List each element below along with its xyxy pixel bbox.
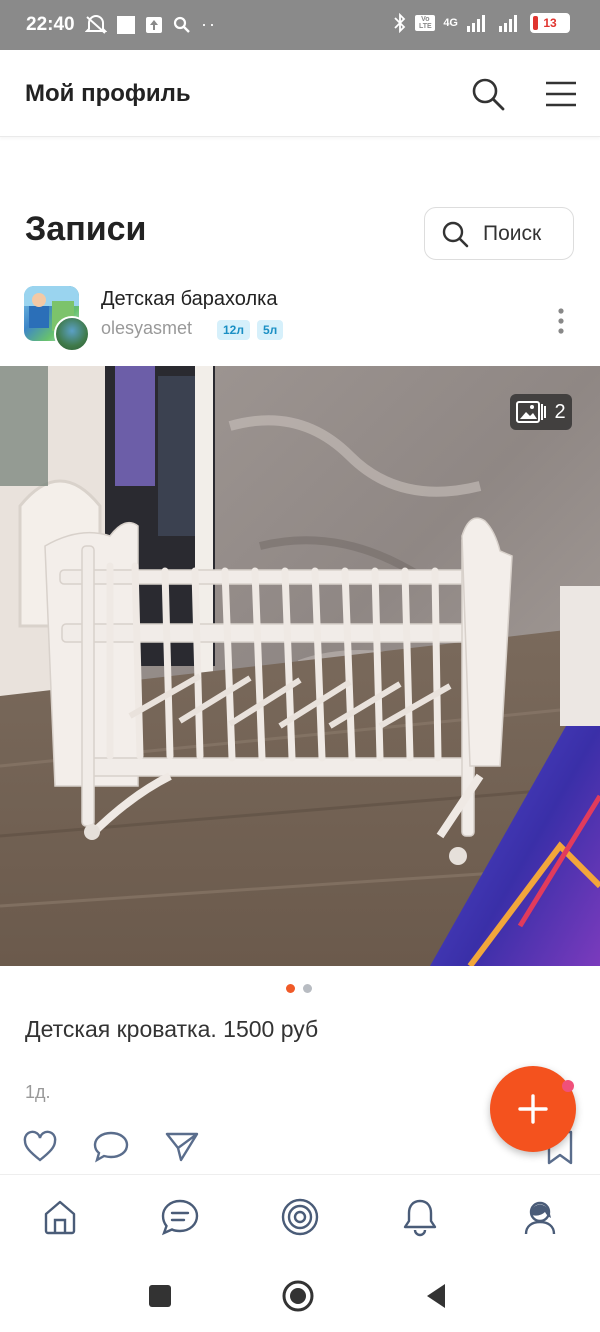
tab-messages[interactable] [158, 1195, 202, 1239]
status-bar: 22:40 ·· Vo LTE 4G 13 [0, 0, 600, 50]
back-button[interactable] [420, 1280, 452, 1312]
mute-icon [85, 14, 107, 34]
signal-2-icon [499, 15, 517, 32]
bottom-tab-bar [0, 1174, 600, 1261]
post-actions [22, 1130, 200, 1164]
upload-icon [146, 16, 162, 33]
tab-profile[interactable] [518, 1195, 562, 1239]
notification-dot [562, 1080, 574, 1092]
home-icon [44, 1200, 76, 1235]
age-badge: 5л [257, 320, 284, 340]
group-name[interactable]: Детская барахолка [101, 288, 277, 311]
gallery-icon [516, 401, 547, 423]
menu-icon[interactable] [545, 79, 577, 109]
pagination-dot-active[interactable] [286, 984, 295, 993]
photo-count-badge: 2 [510, 394, 572, 430]
plus-icon [518, 1094, 548, 1124]
bluetooth-icon [394, 13, 406, 33]
records-search-label: Поиск [483, 221, 542, 245]
page-title: Мой профиль [25, 80, 191, 107]
tab-home[interactable] [38, 1195, 82, 1239]
app-header: Мой профиль [0, 50, 600, 137]
home-button[interactable] [282, 1280, 314, 1312]
notification-square-icon [117, 15, 135, 34]
photo-pagination [286, 984, 312, 993]
triangle-back-icon [427, 1284, 445, 1308]
comment-icon[interactable] [92, 1130, 130, 1164]
system-nav-bar [0, 1260, 600, 1332]
discover-icon [281, 1198, 319, 1236]
search-icon[interactable] [470, 76, 506, 112]
post-time: 1д. [25, 1082, 51, 1102]
square-icon [149, 1285, 171, 1307]
search-status-icon [173, 16, 190, 33]
more-options-icon[interactable] [553, 307, 569, 335]
battery-icon: 13 [530, 13, 570, 33]
age-badge: 12л [217, 320, 250, 340]
tab-notifications[interactable] [398, 1195, 442, 1239]
photo-count: 2 [554, 400, 566, 423]
notifications-icon [403, 1199, 437, 1237]
battery-level: 13 [543, 16, 557, 30]
post-photo[interactable] [0, 366, 600, 966]
add-post-button[interactable] [490, 1066, 576, 1152]
recents-button[interactable] [144, 1280, 176, 1312]
post-text: Детская кроватка. 1500 руб [25, 1016, 319, 1042]
status-right-icons: Vo LTE 4G 13 [393, 13, 570, 33]
send-icon[interactable] [164, 1130, 200, 1164]
volte-icon: Vo LTE [415, 15, 436, 31]
author-name[interactable]: olesyasmet [101, 318, 192, 339]
network-type: 4G [443, 17, 458, 29]
author-avatar[interactable] [54, 316, 90, 352]
heart-icon[interactable] [22, 1130, 58, 1164]
messages-icon [161, 1199, 199, 1236]
records-title: Записи [25, 210, 147, 248]
records-search-button[interactable]: Поиск [424, 207, 574, 260]
more-status-icon: ·· [201, 14, 217, 34]
profile-icon [524, 1201, 556, 1235]
pagination-dot[interactable] [303, 984, 312, 993]
status-left-icons: ·· [85, 14, 217, 35]
status-time: 22:40 [26, 14, 75, 35]
signal-icon [467, 15, 485, 32]
search-icon [442, 221, 469, 247]
circle-icon [282, 1280, 314, 1312]
tab-discover[interactable] [278, 1195, 322, 1239]
